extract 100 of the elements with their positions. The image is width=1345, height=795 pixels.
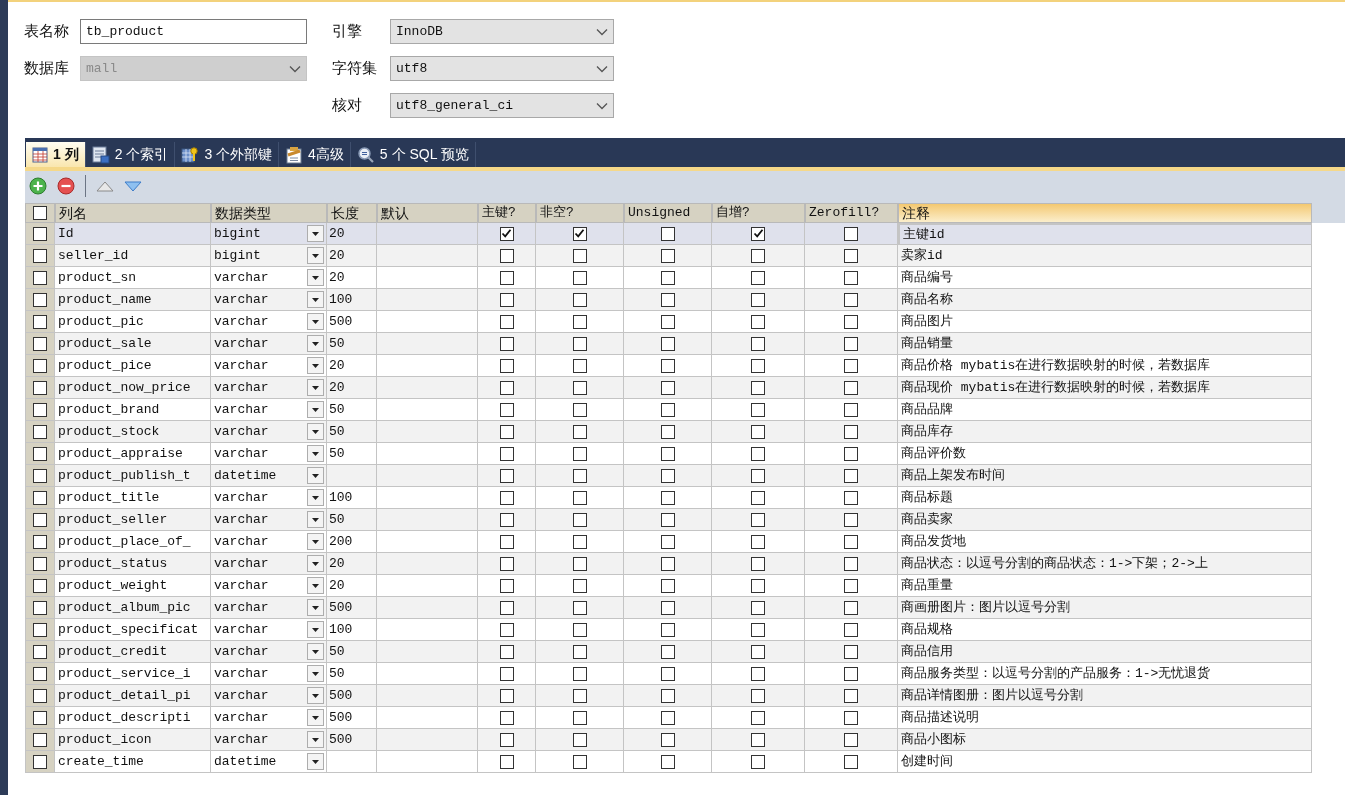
dropdown-button[interactable] <box>307 357 324 374</box>
checkbox[interactable] <box>844 666 858 681</box>
checkbox[interactable] <box>844 402 858 417</box>
checkbox[interactable] <box>33 644 47 659</box>
checkbox[interactable] <box>660 226 675 241</box>
checkbox[interactable] <box>33 402 47 417</box>
checkbox[interactable] <box>499 644 514 659</box>
checkbox[interactable] <box>844 336 858 351</box>
checkbox[interactable] <box>572 336 587 351</box>
checkbox[interactable] <box>751 424 765 439</box>
checkbox[interactable] <box>844 600 858 615</box>
checkbox[interactable] <box>572 380 587 395</box>
checkbox[interactable] <box>572 248 587 263</box>
checkbox[interactable] <box>572 226 587 241</box>
dropdown-button[interactable] <box>307 291 324 308</box>
checkbox[interactable] <box>33 578 47 593</box>
checkbox[interactable] <box>33 512 47 527</box>
checkbox[interactable] <box>660 380 675 395</box>
dropdown-button[interactable] <box>307 313 324 330</box>
checkbox[interactable] <box>844 292 858 307</box>
checkbox[interactable] <box>572 402 587 417</box>
checkbox[interactable] <box>33 358 47 373</box>
checkbox[interactable] <box>33 468 47 483</box>
checkbox[interactable] <box>499 336 514 351</box>
column-header[interactable]: 注释 <box>898 203 1312 223</box>
checkbox[interactable] <box>572 446 587 461</box>
checkbox[interactable] <box>33 534 47 549</box>
checkbox[interactable] <box>751 622 765 637</box>
checkbox[interactable] <box>844 314 858 329</box>
checkbox[interactable] <box>751 534 765 549</box>
checkbox[interactable] <box>33 424 47 439</box>
checkbox[interactable] <box>33 336 47 351</box>
checkbox[interactable] <box>499 248 514 263</box>
checkbox[interactable] <box>499 710 514 725</box>
checkbox[interactable] <box>499 556 514 571</box>
dropdown-button[interactable] <box>307 533 324 550</box>
checkbox[interactable] <box>572 270 587 285</box>
dropdown-button[interactable] <box>307 379 324 396</box>
checkbox[interactable] <box>499 600 514 615</box>
move-down-icon[interactable] <box>124 180 142 192</box>
checkbox[interactable] <box>499 666 514 681</box>
checkbox[interactable] <box>751 644 765 659</box>
checkbox[interactable] <box>660 578 675 593</box>
checkbox[interactable] <box>499 226 514 241</box>
dropdown-button[interactable] <box>307 225 324 242</box>
checkbox[interactable] <box>844 578 858 593</box>
checkbox[interactable] <box>499 380 514 395</box>
checkbox[interactable] <box>33 710 47 725</box>
checkbox[interactable] <box>33 754 47 769</box>
checkbox[interactable] <box>499 512 514 527</box>
dropdown-button[interactable] <box>307 753 324 770</box>
checkbox[interactable] <box>751 556 765 571</box>
checkbox[interactable] <box>499 754 514 769</box>
checkbox[interactable] <box>844 446 858 461</box>
checkbox[interactable] <box>751 754 765 769</box>
dropdown-button[interactable] <box>307 445 324 462</box>
column-header[interactable]: 主键? <box>478 203 536 223</box>
checkbox[interactable] <box>572 688 587 703</box>
checkbox[interactable] <box>660 424 675 439</box>
checkbox[interactable] <box>751 402 765 417</box>
checkbox[interactable] <box>572 468 587 483</box>
column-header[interactable]: 非空? <box>536 203 624 223</box>
checkbox[interactable] <box>572 314 587 329</box>
dropdown-button[interactable] <box>307 335 324 352</box>
checkbox[interactable] <box>751 226 765 241</box>
column-header[interactable]: Zerofill? <box>805 203 898 223</box>
dropdown-button[interactable] <box>307 555 324 572</box>
checkbox[interactable] <box>572 556 587 571</box>
checkbox[interactable] <box>751 600 765 615</box>
select-field[interactable]: utf8_general_ci <box>390 93 614 118</box>
checkbox[interactable] <box>844 424 858 439</box>
checkbox[interactable] <box>33 666 47 681</box>
checkbox[interactable] <box>499 468 514 483</box>
dropdown-button[interactable] <box>307 709 324 726</box>
checkbox[interactable] <box>844 688 858 703</box>
checkbox[interactable] <box>33 226 47 241</box>
checkbox[interactable] <box>499 622 514 637</box>
checkbox[interactable] <box>751 270 765 285</box>
checkbox[interactable] <box>572 754 587 769</box>
select-field[interactable]: utf8 <box>390 56 614 81</box>
checkbox[interactable] <box>499 534 514 549</box>
checkbox[interactable] <box>499 424 514 439</box>
checkbox[interactable] <box>660 600 675 615</box>
dropdown-button[interactable] <box>307 621 324 638</box>
dropdown-button[interactable] <box>307 577 324 594</box>
checkbox[interactable] <box>572 666 587 681</box>
checkbox[interactable] <box>33 446 47 461</box>
checkbox[interactable] <box>33 600 47 615</box>
column-header[interactable]: 默认 <box>377 203 478 223</box>
dropdown-button[interactable] <box>307 643 324 660</box>
checkbox[interactable] <box>499 490 514 505</box>
checkbox[interactable] <box>33 292 47 307</box>
remove-icon[interactable] <box>57 177 75 195</box>
checkbox[interactable] <box>33 556 47 571</box>
checkbox[interactable] <box>660 314 675 329</box>
checkbox[interactable] <box>844 380 858 395</box>
checkbox[interactable] <box>751 292 765 307</box>
tab[interactable]: 1 列 <box>26 142 86 167</box>
checkbox[interactable] <box>660 402 675 417</box>
checkbox[interactable] <box>33 380 47 395</box>
